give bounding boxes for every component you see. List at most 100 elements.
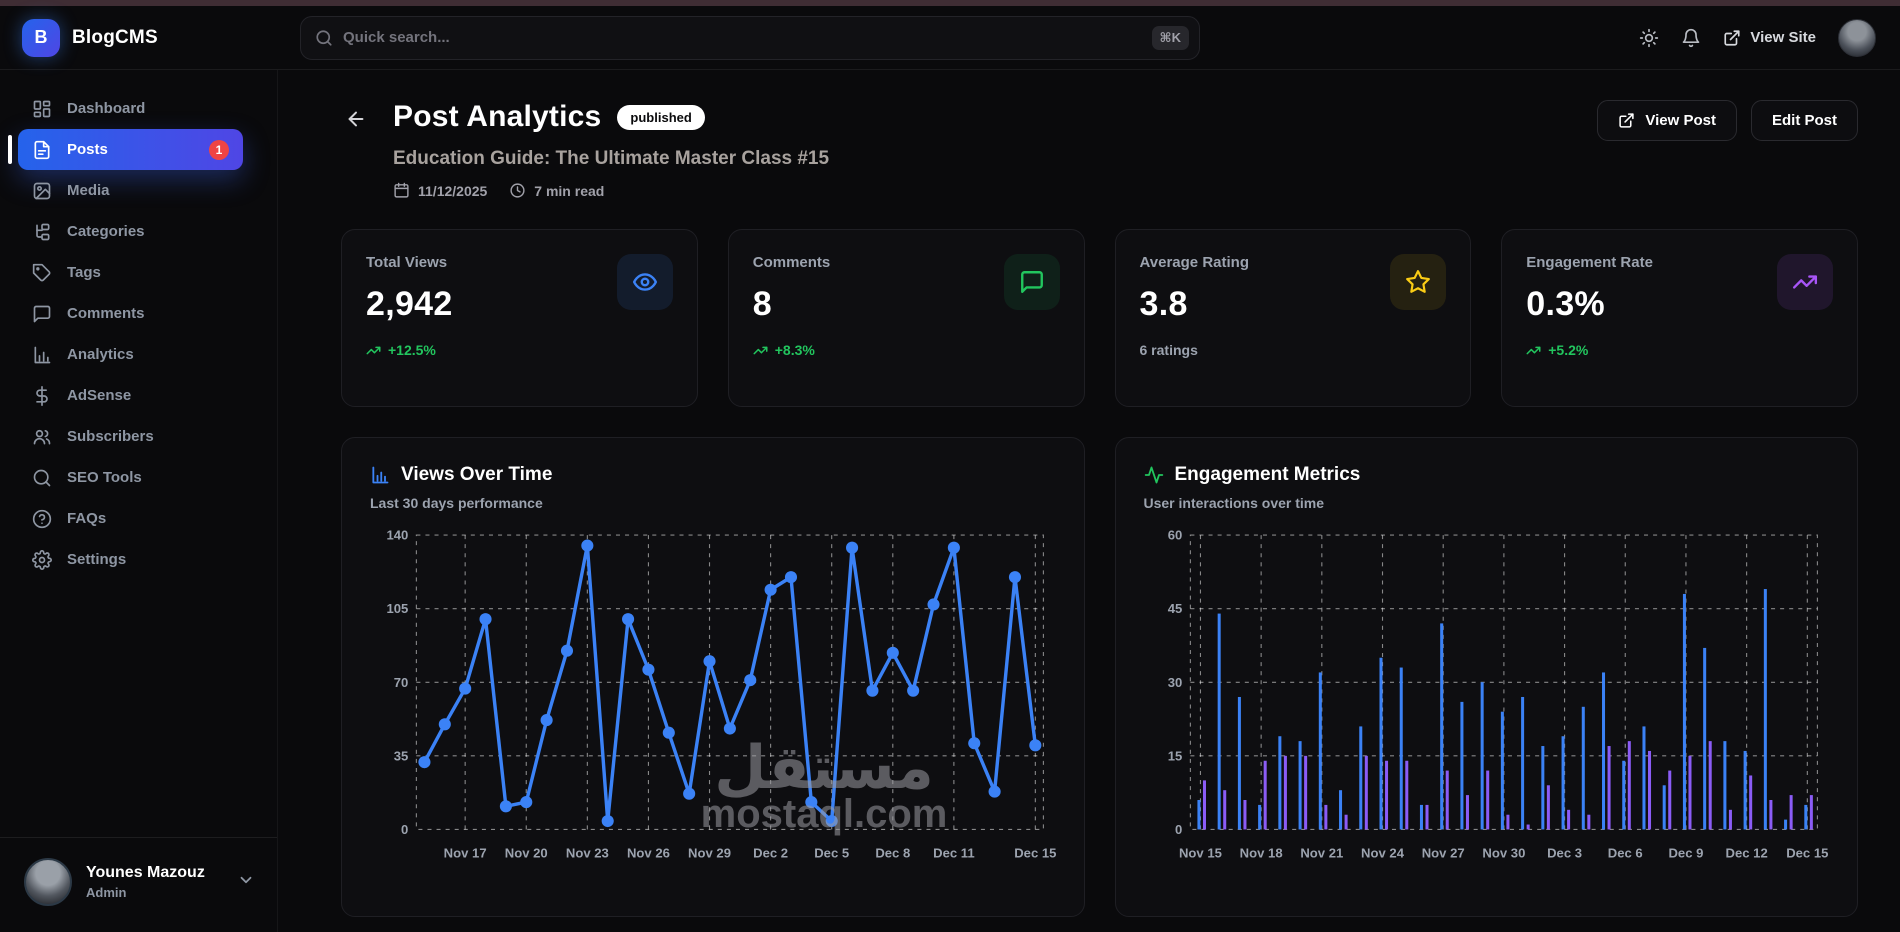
- stat-value: 8: [752, 285, 772, 323]
- sidebar-item-label: Posts: [67, 141, 108, 158]
- calendar-icon: [393, 182, 410, 199]
- sidebar-item-posts[interactable]: Posts 1: [8, 129, 243, 170]
- user-role: Admin: [86, 885, 127, 900]
- view-post-button[interactable]: View Post: [1597, 100, 1737, 141]
- posts-count-badge: 1: [209, 139, 229, 160]
- status-badge: published: [617, 104, 705, 130]
- svg-text:Nov 29: Nov 29: [688, 846, 731, 861]
- view-site-button[interactable]: View Site: [1723, 29, 1816, 47]
- topbar-avatar[interactable]: [1838, 18, 1876, 57]
- search-bar[interactable]: ⌘K: [300, 15, 1200, 60]
- sidebar-item-adsense[interactable]: AdSense: [18, 375, 243, 416]
- svg-text:Nov 27: Nov 27: [1421, 846, 1464, 861]
- sidebar-item-label: AdSense: [67, 387, 132, 404]
- page-title: Post Analytics: [393, 100, 602, 133]
- svg-text:Nov 21: Nov 21: [1300, 846, 1343, 861]
- back-button[interactable]: [341, 100, 371, 138]
- svg-text:Nov 18: Nov 18: [1239, 846, 1282, 861]
- brand-logo-icon: B: [22, 18, 60, 57]
- external-link-icon: [1618, 112, 1635, 129]
- sidebar-item-label: Settings: [67, 551, 127, 568]
- sidebar-item-subscribers[interactable]: Subscribers: [18, 416, 243, 457]
- engagement-metrics-card: Engagement Metrics User interactions ove…: [1114, 437, 1858, 917]
- svg-text:Dec 12: Dec 12: [1725, 846, 1767, 861]
- post-title: Education Guide: The Ultimate Master Cla…: [393, 148, 830, 169]
- sidebar-item-label: Comments: [67, 305, 145, 322]
- sidebar-user-menu[interactable]: Younes Mazouz Admin: [0, 837, 277, 932]
- stat-value: 3.8: [1139, 285, 1188, 323]
- svg-text:Nov 23: Nov 23: [566, 846, 609, 861]
- dollar-icon: [32, 385, 52, 406]
- svg-text:45: 45: [1167, 601, 1182, 616]
- svg-text:15: 15: [1167, 748, 1182, 763]
- user-avatar: [24, 858, 72, 906]
- svg-text:Dec 2: Dec 2: [753, 846, 788, 861]
- svg-text:Dec 3: Dec 3: [1547, 846, 1582, 861]
- view-site-label: View Site: [1750, 29, 1816, 46]
- sun-icon: [1639, 28, 1659, 48]
- sidebar-item-settings[interactable]: Settings: [18, 539, 243, 580]
- arrow-left-icon: [345, 108, 367, 130]
- sidebar-item-comments[interactable]: Comments: [18, 293, 243, 334]
- brand[interactable]: B BlogCMS: [22, 18, 300, 57]
- chart-title: Views Over Time: [401, 464, 553, 485]
- sidebar-item-faqs[interactable]: FAQs: [18, 498, 243, 539]
- sidebar-item-label: Dashboard: [67, 100, 146, 117]
- categories-icon: [32, 222, 52, 242]
- trending-up-icon: [1777, 254, 1833, 310]
- stat-card-average-rating: Average Rating 3.8 6 ratings: [1114, 229, 1472, 407]
- svg-text:Nov 20: Nov 20: [505, 846, 548, 861]
- sidebar-item-seo-tools[interactable]: SEO Tools: [18, 457, 243, 498]
- bell-icon: [1681, 28, 1701, 48]
- search-input[interactable]: [343, 29, 1142, 46]
- posts-icon: [32, 140, 52, 160]
- trend-up-icon: [366, 343, 381, 358]
- sidebar-item-tags[interactable]: Tags: [18, 252, 243, 293]
- svg-text:Dec 11: Dec 11: [933, 846, 975, 861]
- comment-icon: [1003, 254, 1060, 310]
- svg-text:Nov 24: Nov 24: [1361, 846, 1405, 861]
- sidebar-item-categories[interactable]: Categories: [18, 211, 243, 252]
- chevron-down-icon: [237, 871, 255, 894]
- comments-icon: [32, 304, 52, 324]
- svg-text:105: 105: [386, 601, 408, 616]
- edit-post-label: Edit Post: [1771, 112, 1837, 129]
- brand-name: BlogCMS: [72, 26, 158, 48]
- views-over-time-card: Views Over Time Last 30 days performance…: [341, 437, 1085, 917]
- svg-text:Nov 15: Nov 15: [1178, 846, 1221, 861]
- topbar: B BlogCMS ⌘K View Site: [0, 6, 1900, 70]
- sidebar-item-analytics[interactable]: Analytics: [18, 334, 243, 375]
- analytics-icon: [32, 345, 52, 365]
- search-shortcut-badge: ⌘K: [1151, 25, 1189, 50]
- help-circle-icon: [32, 509, 52, 529]
- svg-text:35: 35: [394, 748, 409, 763]
- svg-text:70: 70: [394, 675, 409, 690]
- main-content: Post Analytics published Education Guide…: [278, 70, 1900, 932]
- post-date: 11/12/2025: [418, 182, 488, 199]
- svg-text:60: 60: [1167, 528, 1182, 543]
- view-post-label: View Post: [1645, 112, 1716, 129]
- svg-text:Nov 30: Nov 30: [1482, 846, 1525, 861]
- edit-post-button[interactable]: Edit Post: [1750, 100, 1858, 141]
- stat-sub-label: 6 ratings: [1139, 342, 1198, 358]
- trend-up-icon: [753, 343, 768, 358]
- trend-up-icon: [1526, 343, 1541, 358]
- svg-text:Nov 17: Nov 17: [444, 846, 487, 861]
- sidebar: Dashboard Posts 1 Media Categories Tags: [0, 70, 278, 932]
- sidebar-item-label: Subscribers: [67, 428, 154, 445]
- svg-text:Dec 15: Dec 15: [1786, 846, 1828, 861]
- sidebar-item-media[interactable]: Media: [18, 170, 243, 211]
- sidebar-item-label: Tags: [67, 264, 101, 281]
- sidebar-item-label: SEO Tools: [67, 469, 142, 486]
- stat-change-value: +5.2%: [1548, 342, 1589, 358]
- svg-text:Dec 8: Dec 8: [875, 846, 910, 861]
- svg-text:Dec 9: Dec 9: [1668, 846, 1703, 861]
- stat-label: Average Rating: [1139, 254, 1249, 271]
- notifications-button[interactable]: [1681, 28, 1701, 48]
- theme-toggle-button[interactable]: [1639, 28, 1659, 48]
- tags-icon: [32, 263, 52, 283]
- stat-value: 2,942: [366, 285, 453, 323]
- clock-icon: [509, 182, 526, 199]
- read-time: 7 min read: [534, 182, 605, 199]
- sidebar-item-dashboard[interactable]: Dashboard: [18, 88, 243, 129]
